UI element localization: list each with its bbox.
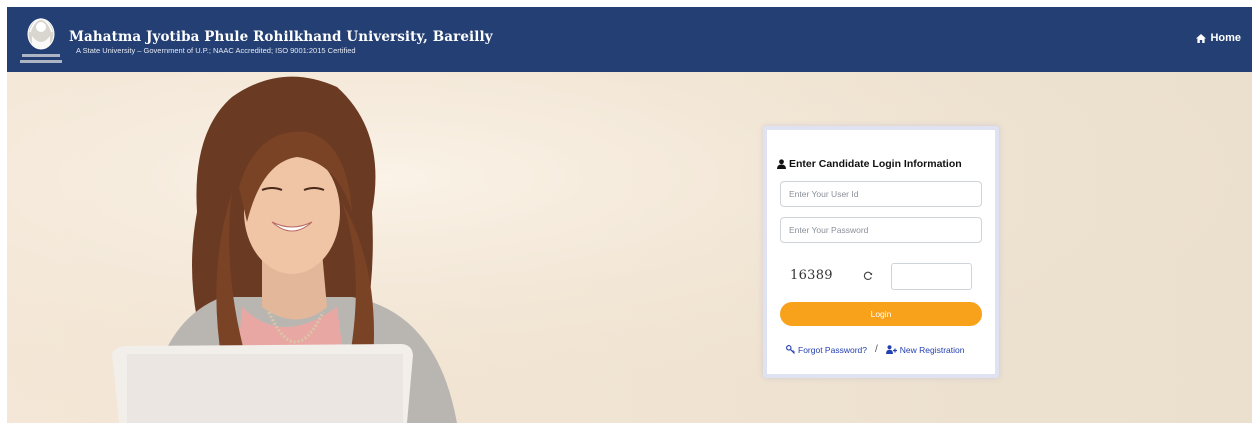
forgot-password-link[interactable]: Forgot Password? <box>786 345 867 355</box>
university-subtitle: A State University – Government of U.P.;… <box>76 46 356 55</box>
link-separator: / <box>874 344 878 355</box>
university-crest-icon <box>20 18 62 63</box>
user-id-input[interactable] <box>780 181 982 207</box>
refresh-icon[interactable] <box>863 271 873 281</box>
captcha-code: 16389 <box>790 268 833 283</box>
login-button[interactable]: Login <box>780 302 982 326</box>
university-title: Mahatma Jyotiba Phule Rohilkhand Univers… <box>69 29 493 45</box>
home-link[interactable]: Home <box>1196 32 1241 44</box>
user-icon <box>777 159 786 169</box>
top-header-bar: Mahatma Jyotiba Phule Rohilkhand Univers… <box>7 7 1252 72</box>
password-input[interactable] <box>780 217 982 243</box>
hero-banner <box>7 72 1252 423</box>
home-link-label: Home <box>1210 32 1241 44</box>
new-registration-label: New Registration <box>899 344 965 355</box>
key-icon <box>786 345 795 354</box>
account-links: Forgot Password? / New Registration <box>786 344 965 355</box>
login-heading: Enter Candidate Login Information <box>777 158 962 170</box>
new-registration-link[interactable]: New Registration <box>885 344 965 355</box>
hero-illustration <box>7 72 1252 423</box>
add-user-icon <box>885 345 897 354</box>
captcha-input[interactable] <box>891 263 972 290</box>
forgot-password-label: Forgot Password? <box>798 344 867 355</box>
login-heading-text: Enter Candidate Login Information <box>789 158 962 170</box>
login-card: Enter Candidate Login Information 16389 … <box>763 126 999 378</box>
home-icon <box>1196 33 1207 43</box>
